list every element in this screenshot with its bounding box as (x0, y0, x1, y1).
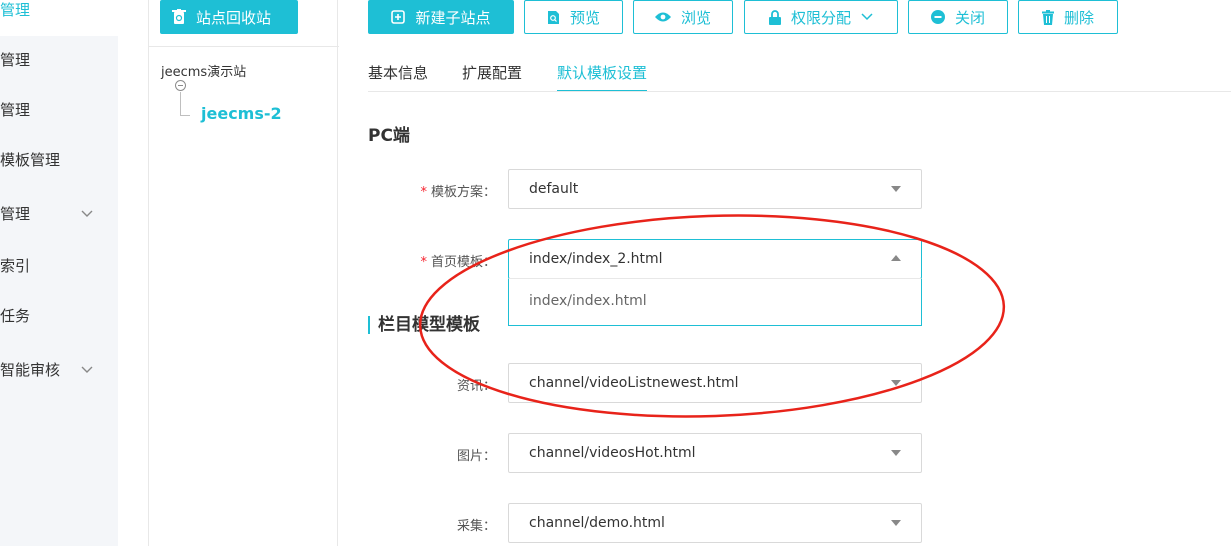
home-template-label: * 首页模板： (368, 251, 496, 270)
sidebar-item-task[interactable]: 任务 (0, 300, 118, 330)
sidebar-item-manage[interactable]: 管理 (0, 0, 118, 24)
sidebar-item-label: 管理 (0, 100, 31, 119)
template-scheme-value: default (529, 181, 579, 197)
caret-up-icon (891, 255, 901, 261)
sidebar: 管理 管理 管理 模板管理 管理 索引 任务 智能审核 (0, 0, 118, 546)
sidebar-item-index[interactable]: 索引 (0, 250, 118, 280)
new-subsite-button[interactable]: 新建子站点 (368, 0, 514, 34)
tab-extended-config[interactable]: 扩展配置 (462, 62, 522, 92)
tab-default-template[interactable]: 默认模板设置 (557, 62, 648, 92)
images-template-select[interactable]: channel/videosHot.html (508, 433, 922, 473)
sidebar-item-smart-review[interactable]: 智能审核 (0, 354, 118, 384)
add-square-icon (391, 10, 406, 24)
collect-template-select[interactable]: channel/demo.html (508, 503, 922, 543)
sidebar-item-manage-3[interactable]: 管理 (0, 94, 118, 124)
browse-label: 浏览 (680, 8, 711, 27)
tree-collapse-icon[interactable] (175, 80, 186, 91)
preview-icon (547, 10, 559, 24)
tab-divider (368, 91, 1231, 92)
home-template-value: index/index_2.html (529, 251, 663, 267)
section-title-column-model: 栏目模型模板 (368, 316, 480, 334)
template-scheme-label-text: 模板方案： (430, 185, 496, 200)
news-template-value: channel/videoListnewest.html (529, 375, 739, 391)
delete-label: 删除 (1063, 8, 1094, 27)
browse-button[interactable]: 浏览 (633, 0, 733, 34)
close-site-button[interactable]: 关闭 (908, 0, 1008, 34)
caret-down-icon (891, 520, 901, 526)
close-site-label: 关闭 (954, 8, 985, 27)
chevron-down-icon (861, 13, 873, 21)
home-template-label-text: 首页模板： (430, 255, 496, 270)
sidebar-item-manage-4[interactable]: 管理 (0, 198, 118, 228)
news-template-select[interactable]: channel/videoListnewest.html (508, 363, 922, 403)
lock-icon (768, 9, 781, 25)
site-recycle-label: 站点回收站 (196, 8, 272, 27)
sidebar-item-label: 模板管理 (0, 150, 61, 169)
site-recycle-button[interactable]: 站点回收站 (160, 0, 298, 34)
images-label: 图片： (456, 449, 496, 464)
caret-down-icon (891, 380, 901, 386)
new-subsite-label: 新建子站点 (415, 8, 491, 27)
preview-label: 预览 (569, 8, 600, 27)
tree-divider (149, 46, 339, 47)
recycle-bin-icon (172, 9, 186, 24)
section-title-pc: PC端 (368, 126, 410, 146)
caret-down-icon (891, 450, 901, 456)
sidebar-item-label: 管理 (0, 50, 31, 69)
home-template-select[interactable]: index/index_2.html (508, 239, 922, 279)
preview-button[interactable]: 预览 (524, 0, 623, 34)
close-circle-icon (930, 10, 945, 24)
sidebar-item-label: 智能审核 (0, 360, 61, 379)
tree-root-node[interactable]: jeecms演示站 (161, 61, 246, 80)
eye-icon (654, 12, 671, 22)
collect-template-value: channel/demo.html (529, 515, 665, 531)
app-root: 管理 管理 管理 模板管理 管理 索引 任务 智能审核 站点回收站 jeecms… (0, 0, 1231, 546)
home-template-dropdown: index/index.html (508, 278, 922, 326)
tree-connector (180, 115, 190, 116)
site-tree-panel: 站点回收站 jeecms演示站 jeecms-2 (148, 0, 339, 546)
permission-dropdown-button[interactable]: 权限分配 (744, 0, 898, 34)
sidebar-item-label: 管理 (0, 204, 31, 223)
delete-button[interactable]: 删除 (1018, 0, 1118, 34)
chevron-down-icon (81, 366, 93, 373)
collect-label: 采集： (456, 519, 496, 534)
sidebar-item-label: 任务 (0, 306, 31, 325)
sidebar-item-label: 管理 (0, 0, 31, 19)
trash-icon (1041, 9, 1054, 25)
images-template-value: channel/videosHot.html (529, 445, 696, 461)
required-mark: * (420, 255, 427, 270)
chevron-down-icon (81, 210, 93, 217)
news-label: 资讯： (456, 379, 496, 394)
sidebar-item-label: 索引 (0, 256, 31, 275)
sidebar-item-template-manage[interactable]: 模板管理 (0, 144, 118, 174)
sidebar-item-manage-2[interactable]: 管理 (0, 44, 118, 74)
required-mark: * (420, 185, 427, 200)
tree-connector (180, 92, 181, 116)
tab-basic-info[interactable]: 基本信息 (368, 62, 428, 92)
caret-down-icon (891, 186, 901, 192)
tree-child-node[interactable]: jeecms-2 (201, 104, 282, 123)
template-scheme-select[interactable]: default (508, 169, 922, 209)
permission-label: 权限分配 (790, 8, 851, 27)
dropdown-option[interactable]: index/index.html (529, 293, 647, 309)
template-scheme-label: * 模板方案： (368, 181, 496, 200)
